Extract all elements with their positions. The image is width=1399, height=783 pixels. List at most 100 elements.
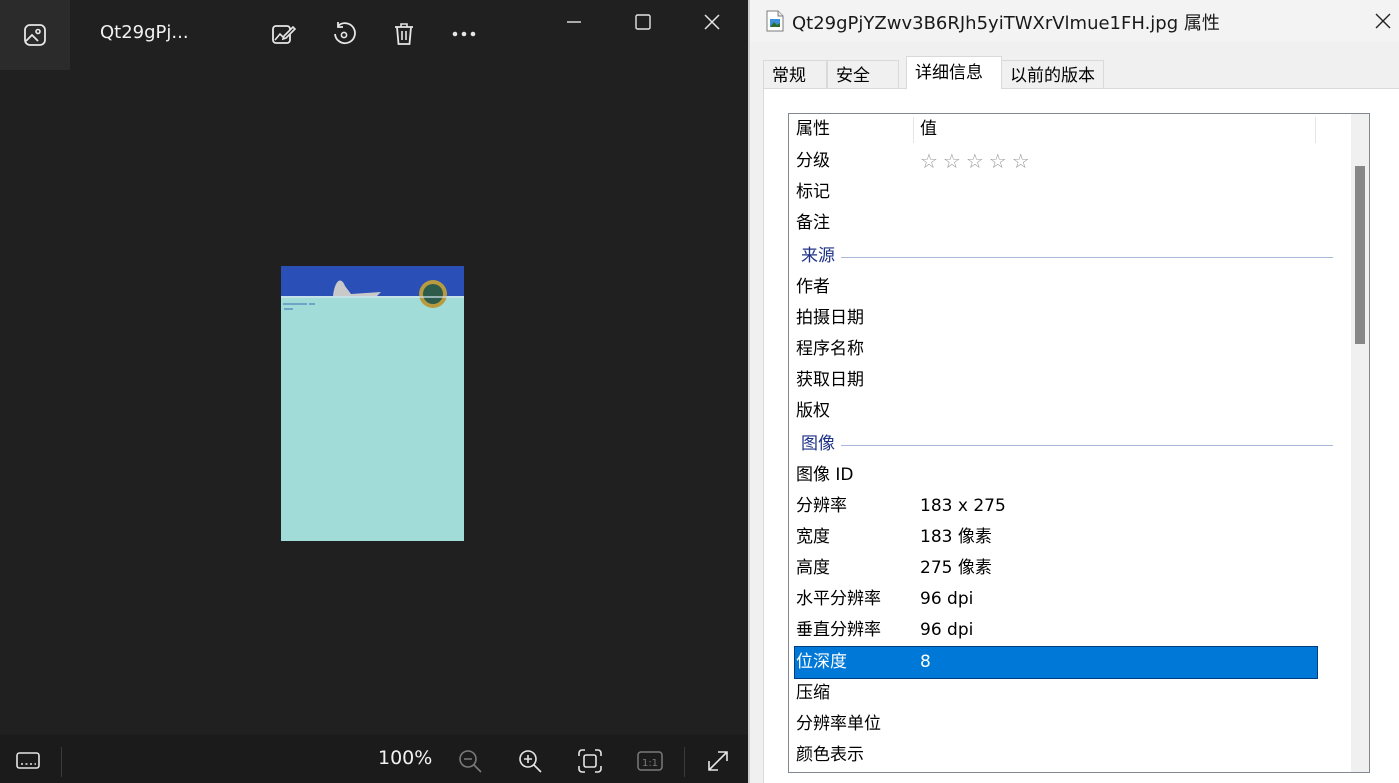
property-row-rating[interactable]: 分级 ☆☆☆☆☆	[795, 146, 1317, 177]
property-row-dimensions[interactable]: 分辨率 183 x 275	[795, 491, 1317, 522]
minimize-icon	[567, 21, 581, 23]
tab-security[interactable]: 安全	[827, 60, 899, 88]
column-header-value[interactable]: 值	[920, 114, 937, 145]
property-value: 8	[920, 652, 931, 672]
zoom-out-button[interactable]	[452, 743, 488, 779]
property-value: 96 dpi	[920, 589, 974, 609]
actual-size-button[interactable]: 1:1	[632, 743, 668, 779]
property-name: 垂直分辨率	[796, 620, 881, 640]
maximize-button[interactable]	[620, 6, 666, 38]
property-name: 分辨率	[796, 496, 847, 516]
property-name: 备注	[796, 213, 830, 233]
fullscreen-button[interactable]	[700, 743, 736, 779]
property-name: 分辨率单位	[796, 714, 881, 734]
property-row-date-taken[interactable]: 拍摄日期	[795, 303, 1317, 334]
tab-general[interactable]: 常规	[763, 60, 827, 88]
tab-details[interactable]: 详细信息	[906, 56, 1002, 89]
svg-text:1:1: 1:1	[642, 758, 658, 769]
property-row-horizontal-resolution[interactable]: 水平分辨率 96 dpi	[795, 584, 1317, 615]
property-value: 183 像素	[920, 527, 992, 547]
tab-previous-versions[interactable]: 以前的版本	[1001, 60, 1104, 88]
group-header-source: 来源	[801, 241, 1333, 272]
property-row-bit-depth-selected[interactable]: 位深度 8	[794, 646, 1318, 679]
more-button[interactable]	[447, 17, 481, 51]
property-name: 标记	[796, 182, 830, 202]
property-row-compression[interactable]: 压缩	[795, 678, 1317, 709]
property-row-height[interactable]: 高度 275 像素	[795, 553, 1317, 584]
delete-icon	[395, 23, 413, 45]
maximize-icon	[635, 14, 651, 30]
filmstrip-icon	[16, 752, 40, 769]
rating-stars[interactable]: ☆☆☆☆☆	[920, 146, 1035, 177]
property-row-date-acquired[interactable]: 获取日期	[795, 365, 1317, 396]
property-row-vertical-resolution[interactable]: 垂直分辨率 96 dpi	[795, 615, 1317, 646]
gallery-icon	[24, 24, 46, 46]
property-value: 275 像素	[920, 558, 992, 578]
fit-to-window-icon	[578, 749, 602, 773]
zoom-in-icon	[519, 750, 542, 773]
displayed-image	[281, 266, 464, 541]
image-file-icon	[766, 10, 784, 32]
property-row-width[interactable]: 宽度 183 像素	[795, 522, 1317, 553]
fit-to-window-button[interactable]	[572, 743, 608, 779]
property-value: 183 x 275	[920, 496, 1006, 516]
edit-image-icon	[272, 25, 297, 44]
actual-size-icon: 1:1	[637, 751, 663, 771]
property-value: 96 dpi	[920, 620, 974, 640]
property-row-comments[interactable]: 备注	[795, 208, 1317, 239]
property-name: 压缩	[796, 683, 830, 703]
zoom-out-icon	[459, 750, 482, 773]
property-name: 图像 ID	[796, 465, 854, 485]
property-row-resolution-unit[interactable]: 分辨率单位	[795, 709, 1317, 740]
column-header-property[interactable]: 属性	[796, 114, 830, 145]
more-icon	[452, 31, 476, 37]
dialog-close-button[interactable]	[1370, 8, 1396, 34]
property-name: 颜色表示	[796, 745, 864, 765]
viewer-bottom-bar: 100% 1:1	[0, 735, 748, 783]
gallery-button[interactable]	[0, 0, 70, 70]
group-divider	[841, 445, 1333, 446]
close-icon	[1375, 13, 1391, 29]
property-name: 版权	[796, 401, 830, 421]
property-row-copyright[interactable]: 版权	[795, 396, 1317, 427]
image-detail-graphic	[281, 280, 464, 310]
property-row-program-name[interactable]: 程序名称	[795, 334, 1317, 365]
edit-image-button[interactable]	[266, 17, 300, 51]
property-name: 位深度	[796, 652, 847, 672]
property-name: 程序名称	[796, 339, 864, 359]
property-row-image-id[interactable]: 图像 ID	[795, 460, 1317, 491]
zoom-in-button[interactable]	[512, 743, 548, 779]
property-row-color-representation[interactable]: 颜色表示	[795, 740, 1317, 771]
dialog-title: Qt29gPjYZwv3B6RJh5yiTWXrVlmue1FH.jpg 属性	[792, 13, 1220, 34]
rotate-button[interactable]	[327, 17, 361, 51]
property-row-author[interactable]: 作者	[795, 272, 1317, 303]
list-header: 属性 值	[789, 114, 1316, 145]
column-divider-2[interactable]	[1315, 117, 1316, 143]
scrollbar-thumb[interactable]	[1355, 166, 1365, 344]
dialog-title-bar: Qt29gPjYZwv3B6RJh5yiTWXrVlmue1FH.jpg 属性	[750, 0, 1399, 42]
file-name: Qt29gPj...	[100, 22, 189, 43]
rotate-icon	[334, 22, 356, 45]
property-row-tags[interactable]: 标记	[795, 177, 1317, 208]
group-label: 图像	[801, 434, 835, 454]
delete-button[interactable]	[387, 17, 421, 51]
minimize-button[interactable]	[551, 6, 597, 38]
photos-viewer-window: Qt29gPj... 100% 1:1	[0, 0, 748, 783]
group-divider	[841, 257, 1333, 258]
group-header-image: 图像	[801, 429, 1333, 460]
bottom-separator-2	[684, 747, 685, 777]
property-name: 高度	[796, 558, 830, 578]
close-icon	[704, 14, 720, 30]
close-window-button[interactable]	[689, 6, 735, 38]
details-panel: 属性 值 分级 ☆☆☆☆☆ 标记 备注 来源 作者 拍摄日期 程序名称 获取日期…	[763, 88, 1399, 783]
filmstrip-button[interactable]	[10, 743, 46, 779]
zoom-level: 100%	[378, 747, 433, 769]
property-name: 作者	[796, 277, 830, 297]
group-label: 来源	[801, 246, 835, 266]
property-name: 拍摄日期	[796, 308, 864, 328]
column-divider[interactable]	[913, 117, 914, 143]
list-scrollbar[interactable]	[1351, 114, 1369, 772]
properties-dialog: Qt29gPjYZwv3B6RJh5yiTWXrVlmue1FH.jpg 属性 …	[750, 0, 1399, 783]
property-list[interactable]: 属性 值 分级 ☆☆☆☆☆ 标记 备注 来源 作者 拍摄日期 程序名称 获取日期…	[788, 113, 1370, 773]
property-name: 水平分辨率	[796, 589, 881, 609]
